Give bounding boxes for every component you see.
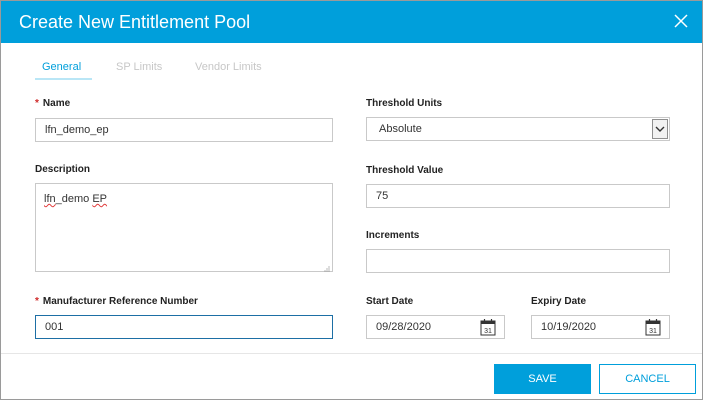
tab-sp-limits[interactable]: SP Limits <box>116 60 162 74</box>
start-date-value: 09/28/2020 <box>376 321 432 333</box>
threshold-value-label: Threshold Value <box>366 165 444 176</box>
tab-general[interactable]: General <box>42 60 81 74</box>
description-textarea[interactable]: lfn_demo EP <box>35 183 333 272</box>
description-text-part3: EP <box>92 193 108 205</box>
manufacturer-ref-input[interactable]: 001 <box>35 315 333 339</box>
cancel-button[interactable]: CANCEL <box>599 364 696 394</box>
threshold-units-value: Absolute <box>379 123 422 135</box>
description-text-part2: _demo <box>55 193 93 205</box>
close-icon[interactable] <box>672 12 690 30</box>
create-entitlement-pool-dialog: Create New Entitlement Pool General SP L… <box>0 0 703 400</box>
expiry-date-value: 10/19/2020 <box>541 321 597 333</box>
threshold-units-label: Threshold Units <box>366 98 443 109</box>
tab-bar: General SP Limits Vendor Limits <box>1 43 702 81</box>
save-button[interactable]: SAVE <box>494 364 591 394</box>
threshold-value-input[interactable]: 75 <box>366 184 670 208</box>
name-input[interactable]: lfn_demo_ep <box>35 118 333 142</box>
required-marker: * <box>35 98 39 109</box>
svg-text:31: 31 <box>484 328 492 335</box>
start-date-label: Start Date <box>366 296 414 307</box>
name-label: * Name <box>35 98 71 109</box>
dialog-title: Create New Entitlement Pool <box>19 12 251 32</box>
threshold-value-value: 75 <box>376 190 389 202</box>
manufacturer-ref-value: 001 <box>45 321 64 333</box>
resize-grip-icon[interactable] <box>323 262 330 272</box>
tab-vendor-limits[interactable]: Vendor Limits <box>195 60 262 74</box>
dialog-header: Create New Entitlement Pool <box>1 1 702 43</box>
active-tab-indicator <box>35 78 92 80</box>
required-marker: * <box>35 296 39 307</box>
start-date-input[interactable]: 09/28/2020 31 <box>366 315 505 339</box>
expiry-date-label: Expiry Date <box>531 296 587 307</box>
threshold-units-select[interactable]: Absolute <box>366 117 670 141</box>
svg-text:31: 31 <box>649 328 657 335</box>
increments-input[interactable] <box>366 249 670 273</box>
footer-divider <box>1 353 702 354</box>
expiry-date-input[interactable]: 10/19/2020 31 <box>531 315 670 339</box>
description-label: Description <box>35 164 91 175</box>
calendar-icon[interactable]: 31 <box>480 318 496 336</box>
chevron-down-icon[interactable] <box>652 119 668 139</box>
description-text-part1: lfn <box>44 193 56 205</box>
calendar-icon[interactable]: 31 <box>645 318 661 336</box>
increments-label: Increments <box>366 230 420 241</box>
name-input-value: lfn_demo_ep <box>45 124 109 136</box>
manufacturer-ref-label: * Manufacturer Reference Number <box>35 296 198 307</box>
